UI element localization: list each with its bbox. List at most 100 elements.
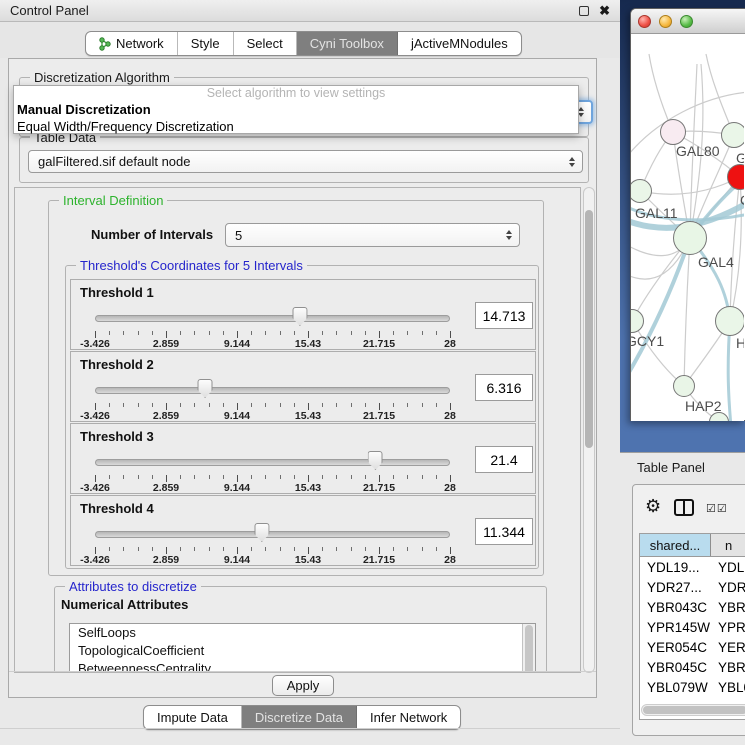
- number-of-intervals-label: Number of Intervals: [91, 227, 213, 242]
- slider: [95, 306, 450, 330]
- table-row[interactable]: YBL079WYBL0: [640, 678, 745, 698]
- column-header-name[interactable]: n: [711, 534, 745, 556]
- tab-select-label: Select: [247, 36, 283, 51]
- threshold-value-input[interactable]: 6.316: [475, 374, 533, 401]
- bottom-tab-bar: Impute Data Discretize Data Infer Networ…: [143, 705, 461, 730]
- attribute-item[interactable]: TopologicalCoefficient: [70, 642, 535, 660]
- table-panel-title: Table Panel: [637, 460, 705, 475]
- slider-tick-label: -3.426: [80, 410, 110, 422]
- checkbox-columns-icon[interactable]: ☑☑: [706, 502, 728, 515]
- table-row[interactable]: YBR043CYBR0: [640, 598, 745, 618]
- slider-tick-label: 21.715: [363, 410, 395, 422]
- slider-tick-label: 15.43: [295, 482, 321, 494]
- table-row[interactable]: YDL19...YDL1: [640, 558, 745, 578]
- combo-stepper-icon: [506, 230, 512, 240]
- tab-cyni-toolbox[interactable]: Cyni Toolbox: [297, 32, 398, 55]
- threshold-panel: Threshold 2 -3.4262.8599.14415.4321.7152…: [70, 351, 536, 422]
- slider-track[interactable]: [95, 459, 450, 466]
- network-canvas[interactable]: GAL80G.CGAL11GAL4GCY1HHAP2: [631, 34, 744, 421]
- slider-track[interactable]: [95, 531, 450, 538]
- slider: [95, 378, 450, 402]
- table-data-combobox[interactable]: galFiltered.sif default node: [28, 150, 583, 173]
- table-cell: YDR27...: [640, 578, 711, 598]
- slider-tick-label: 15.43: [295, 410, 321, 422]
- tab-infer-network-label: Infer Network: [370, 710, 447, 725]
- zoom-traffic-light-icon[interactable]: [680, 15, 693, 28]
- slider-thumb[interactable]: [198, 379, 213, 398]
- tab-select[interactable]: Select: [234, 32, 297, 55]
- vertical-scrollbar-thumb[interactable]: [585, 210, 593, 448]
- threshold-value-input[interactable]: 21.4: [475, 446, 533, 473]
- slider-tick-label: 28: [444, 554, 456, 566]
- thresholds-group: Threshold's Coordinates for 5 Intervals …: [65, 265, 539, 569]
- attributes-scrollbar-thumb[interactable]: [525, 625, 533, 673]
- threshold-value-input[interactable]: 11.344: [475, 518, 533, 545]
- table-cell: YLR345W: [640, 698, 711, 699]
- vertical-scrollbar[interactable]: [583, 187, 595, 673]
- cyni-toolbox-panel: Discretization Algorithm Select algorith…: [8, 58, 597, 698]
- table-row[interactable]: YLR345WYLR3: [640, 698, 745, 699]
- slider-tick-label: 2.859: [153, 482, 179, 494]
- tab-cyni-toolbox-label: Cyni Toolbox: [310, 36, 384, 51]
- horizontal-scrollbar[interactable]: [641, 704, 745, 716]
- tab-discretize-data[interactable]: Discretize Data: [242, 706, 357, 729]
- close-traffic-light-icon[interactable]: [638, 15, 651, 28]
- dropdown-option-manual-discretization[interactable]: Manual Discretization: [14, 101, 578, 118]
- network-node-H-node[interactable]: [715, 306, 744, 336]
- apply-button[interactable]: Apply: [272, 675, 334, 696]
- network-node-GAL-top-right[interactable]: [721, 122, 744, 148]
- slider-track[interactable]: [95, 387, 450, 394]
- float-window-icon[interactable]: [579, 6, 589, 16]
- column-header-shared-name[interactable]: shared...: [640, 534, 711, 556]
- dropdown-option-equal-width-frequency[interactable]: Equal Width/Frequency Discretization: [14, 118, 578, 135]
- table-cell: YER054C: [640, 638, 711, 658]
- window-title: Control Panel: [10, 3, 89, 18]
- table-cell: YBL079W: [640, 678, 711, 698]
- interval-definition-group-title: Interval Definition: [59, 193, 167, 208]
- attributes-list-scrollbar[interactable]: [522, 624, 535, 673]
- network-node-GAL4[interactable]: [673, 221, 707, 255]
- slider-thumb[interactable]: [368, 451, 383, 470]
- slider-thumb[interactable]: [292, 307, 307, 326]
- slider-tick-label: 21.715: [363, 338, 395, 350]
- slider-tick-label: 9.144: [224, 554, 250, 566]
- settings-scroll-area: Interval Definition Number of Intervals …: [14, 187, 581, 673]
- table-body: YDL19...YDL1YDR27...YDR2YBR043CYBR0YPR14…: [640, 558, 745, 699]
- tab-style[interactable]: Style: [178, 32, 234, 55]
- network-node-HAP2[interactable]: [673, 375, 695, 397]
- minimize-traffic-light-icon[interactable]: [659, 15, 672, 28]
- table-cell: YPR1: [711, 618, 745, 638]
- network-node-label: H: [736, 335, 744, 351]
- gear-icon[interactable]: ⚙: [645, 497, 661, 515]
- tab-network[interactable]: Network: [86, 32, 178, 55]
- network-node-label: GAL11: [635, 205, 678, 221]
- table-cell: YBL0: [711, 678, 745, 698]
- horizontal-scrollbar-thumb[interactable]: [643, 706, 745, 714]
- button-bar-separator: [9, 671, 596, 672]
- attributes-group-title: Attributes to discretize: [65, 579, 201, 594]
- table-row[interactable]: YDR27...YDR2: [640, 578, 745, 598]
- number-of-intervals-combobox[interactable]: 5: [225, 223, 520, 247]
- table-cell: YPR145W: [640, 618, 711, 638]
- attribute-item[interactable]: SelfLoops: [70, 624, 535, 642]
- slider: [95, 522, 450, 546]
- slider-tick-labels: -3.4262.8599.14415.4321.71528: [95, 410, 450, 421]
- table-row[interactable]: YBR045CYBR0: [640, 658, 745, 678]
- table-row[interactable]: YER054CYER0: [640, 638, 745, 658]
- network-window-titlebar[interactable]: [631, 9, 745, 34]
- close-icon[interactable]: ✖: [599, 4, 610, 17]
- slider-track[interactable]: [95, 315, 450, 322]
- slider-tick-label: 21.715: [363, 482, 395, 494]
- slider-thumb[interactable]: [254, 523, 269, 542]
- numerical-attributes-list[interactable]: SelfLoopsTopologicalCoefficientBetweenne…: [69, 623, 536, 673]
- table-row[interactable]: YPR145WYPR1: [640, 618, 745, 638]
- attributes-group: Attributes to discretize Numerical Attri…: [54, 586, 547, 673]
- threshold-value-input[interactable]: 14.713: [475, 302, 533, 329]
- network-node-GAL80[interactable]: [660, 119, 686, 145]
- split-pane-icon[interactable]: [674, 499, 694, 516]
- slider-tick-label: 9.144: [224, 338, 250, 350]
- tab-impute-data[interactable]: Impute Data: [144, 706, 242, 729]
- tab-infer-network[interactable]: Infer Network: [357, 706, 460, 729]
- top-tab-strip: Network Style Select Cyni Toolbox jActiv…: [0, 22, 620, 58]
- tab-jactivemnodules[interactable]: jActiveMNodules: [398, 32, 521, 55]
